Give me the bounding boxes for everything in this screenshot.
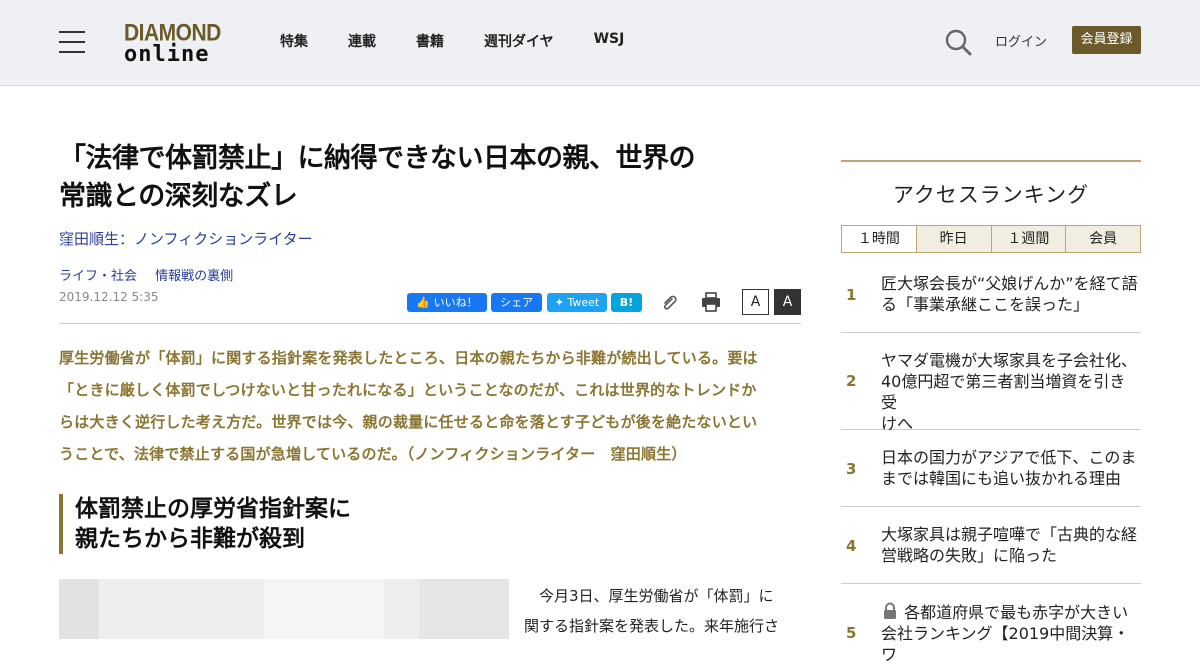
- section-heading-line2: 親たちから非難が殺到: [75, 526, 305, 552]
- login-link[interactable]: ログイン: [995, 31, 1047, 50]
- rank-title-line: 日本の国力がアジアで低下、このま: [881, 448, 1137, 467]
- tab-member[interactable]: 会員: [1066, 226, 1140, 252]
- ranking-tabs: １時間 昨日 １週間 会員: [841, 225, 1141, 253]
- rank-number: 3: [846, 460, 857, 478]
- body-line: 今月3日、厚生労働省が「体罰」に: [539, 587, 774, 605]
- rank-title-line: 会社ランキング【2019中間決算・ワ: [881, 624, 1130, 664]
- lead-line: 厚生労働省が「体罰」に関する指針案を発表したところ、日本の親たちから非難が続出し…: [59, 349, 758, 367]
- ranking-item[interactable]: 4 大塚家具は親子喧嘩で「古典的な経 営戦略の失敗」に陥った: [841, 507, 1141, 584]
- like-label: いいね！: [433, 296, 478, 309]
- access-ranking: アクセスランキング １時間 昨日 １週間 会員 1 匠大塚会長が“父娘げんか”を…: [841, 160, 1141, 664]
- register-button[interactable]: 会員登録: [1072, 26, 1141, 54]
- category-list: ライフ・社会 情報戦の裏側: [59, 265, 801, 284]
- site-logo[interactable]: DIAMOND online: [124, 20, 228, 67]
- tab-yesterday[interactable]: 昨日: [916, 226, 992, 252]
- twitter-bird-icon: ✦: [554, 296, 564, 309]
- article-title: 「法律で体罰禁止」に納得できない日本の親、世界の 常識との深刻なズレ: [59, 140, 801, 216]
- ranking-item[interactable]: 3 日本の国力がアジアで低下、このま までは韓国にも追い抜かれる理由: [841, 430, 1141, 507]
- rank-title: 匠大塚会長が“父娘げんか”を経て語 る「事業承継ここを誤った」: [881, 273, 1141, 315]
- facebook-share-button[interactable]: シェア: [491, 293, 542, 312]
- lead-line: うことで、法律で禁止する国が急増しているのだ。（ノンフィクションライター 窪田順…: [59, 445, 687, 463]
- ranking-top-border: [841, 160, 1141, 162]
- publish-date: 2019.12.12 5:35: [59, 290, 159, 304]
- article: 「法律で体罰禁止」に納得できない日本の親、世界の 常識との深刻なズレ 窪田順生：…: [59, 140, 801, 639]
- logo-line2: online: [124, 42, 210, 67]
- hatena-bookmark-button[interactable]: B!: [611, 293, 642, 312]
- ranking-item[interactable]: 2 ヤマダ電機が大塚家具を子会社化、 40億円超で第三者割当増資を引き受 けへ: [841, 333, 1141, 433]
- rank-title-line: 匠大塚会長が“父娘げんか”を経て語: [881, 274, 1138, 293]
- author-link[interactable]: 窪田順生：ノンフィクションライター: [59, 228, 801, 249]
- rank-title-line: 営戦略の失敗」に陥った: [881, 546, 1058, 565]
- lead-line: らは大きく逆行した考え方だ。世界では今、親の裁量に任せると命を落とす子どもが後を…: [59, 413, 758, 431]
- lead-line: 「ときに厳しく体罰でしつけないと甘ったれになる」ということなのだが、これは世界的…: [59, 381, 757, 399]
- rank-title: 大塚家具は親子喧嘩で「古典的な経 営戦略の失敗」に陥った: [881, 524, 1141, 566]
- rank-number: 1: [846, 286, 857, 304]
- search-icon[interactable]: [944, 28, 972, 56]
- article-lead: 厚生労働省が「体罰」に関する指針案を発表したところ、日本の親たちから非難が続出し…: [59, 342, 801, 470]
- article-body: 今月3日、厚生労働省が「体罰」に 関する指針案を発表した。来年施行さ: [524, 581, 804, 641]
- rank-number: 2: [846, 372, 857, 390]
- ranking-title: アクセスランキング: [892, 183, 1090, 207]
- article-title-line2: 常識との深刻なズレ: [59, 181, 298, 212]
- rank-number: 4: [846, 537, 857, 555]
- tab-1hour[interactable]: １時間: [842, 226, 917, 252]
- tweet-button[interactable]: ✦ Tweet: [547, 293, 607, 312]
- article-photo: [59, 579, 509, 639]
- rank-title-line: る「事業承継ここを誤った」: [881, 295, 1090, 314]
- rank-title-text: 各都道府県で最も赤字が大きい: [904, 603, 1129, 622]
- nav-item-weekly[interactable]: 週刊ダイヤ: [484, 31, 554, 51]
- section-heading-line1: 体罰禁止の厚労省指針案に: [75, 496, 351, 522]
- ranking-item[interactable]: 5 各都道府県で最も赤字が大きい 会社ランキング【2019中間決算・ワ: [841, 584, 1141, 664]
- article-title-line1: 「法律で体罰禁止」に納得できない日本の親、世界の: [59, 143, 696, 174]
- rank-title: ヤマダ電機が大塚家具を子会社化、 40億円超で第三者割当増資を引き受 けへ: [881, 350, 1141, 434]
- nav-item-books[interactable]: 書籍: [416, 31, 444, 51]
- facebook-like-button[interactable]: 👍 いいね！: [407, 293, 487, 312]
- thumbs-up-icon: 👍: [416, 296, 431, 309]
- nav-item-series[interactable]: 連載: [348, 31, 376, 51]
- nav-item-wsj[interactable]: WSJ: [594, 31, 625, 51]
- rank-title-line: 大塚家具は親子喧嘩で「古典的な経: [881, 525, 1138, 544]
- rank-title: 日本の国力がアジアで低下、このま までは韓国にも追い抜かれる理由: [881, 447, 1141, 489]
- paperclip-icon[interactable]: [660, 292, 680, 312]
- article-meta-row: 2019.12.12 5:35 👍 いいね！ シェア ✦ Tweet B! A …: [59, 289, 801, 324]
- tweet-label: Tweet: [567, 296, 600, 309]
- body-line: 関する指針案を発表した。来年施行さ: [524, 617, 780, 635]
- print-icon[interactable]: [700, 291, 722, 313]
- font-size-small-button[interactable]: A: [742, 289, 769, 315]
- section-heading: 体罰禁止の厚労省指針案に 親たちから非難が殺到: [59, 494, 801, 554]
- rank-title-line: 40億円超で第三者割当増資を引き受: [881, 372, 1126, 412]
- font-size-large-button[interactable]: A: [774, 289, 801, 315]
- rank-number: 5: [846, 624, 857, 642]
- nav-item-feature[interactable]: 特集: [280, 31, 308, 51]
- tab-1week[interactable]: １週間: [991, 226, 1067, 252]
- site-header: DIAMOND online 特集 連載 書籍 週刊ダイヤ WSJ ログイン 会…: [0, 0, 1200, 86]
- rank-title-line: までは韓国にも追い抜かれる理由: [881, 469, 1122, 488]
- main-nav: 特集 連載 書籍 週刊ダイヤ WSJ: [280, 31, 624, 51]
- lock-icon: [884, 602, 896, 619]
- rank-title: 各都道府県で最も赤字が大きい 会社ランキング【2019中間決算・ワ: [881, 602, 1141, 665]
- category-link-series[interactable]: 情報戦の裏側: [155, 269, 233, 284]
- category-link-life[interactable]: ライフ・社会: [59, 269, 137, 284]
- ranking-item[interactable]: 1 匠大塚会長が“父娘げんか”を経て語 る「事業承継ここを誤った」: [841, 253, 1141, 333]
- rank-title-line: 各都道府県で最も赤字が大きい: [881, 602, 1141, 623]
- menu-icon[interactable]: [59, 31, 85, 53]
- rank-title-line: ヤマダ電機が大塚家具を子会社化、: [881, 351, 1138, 370]
